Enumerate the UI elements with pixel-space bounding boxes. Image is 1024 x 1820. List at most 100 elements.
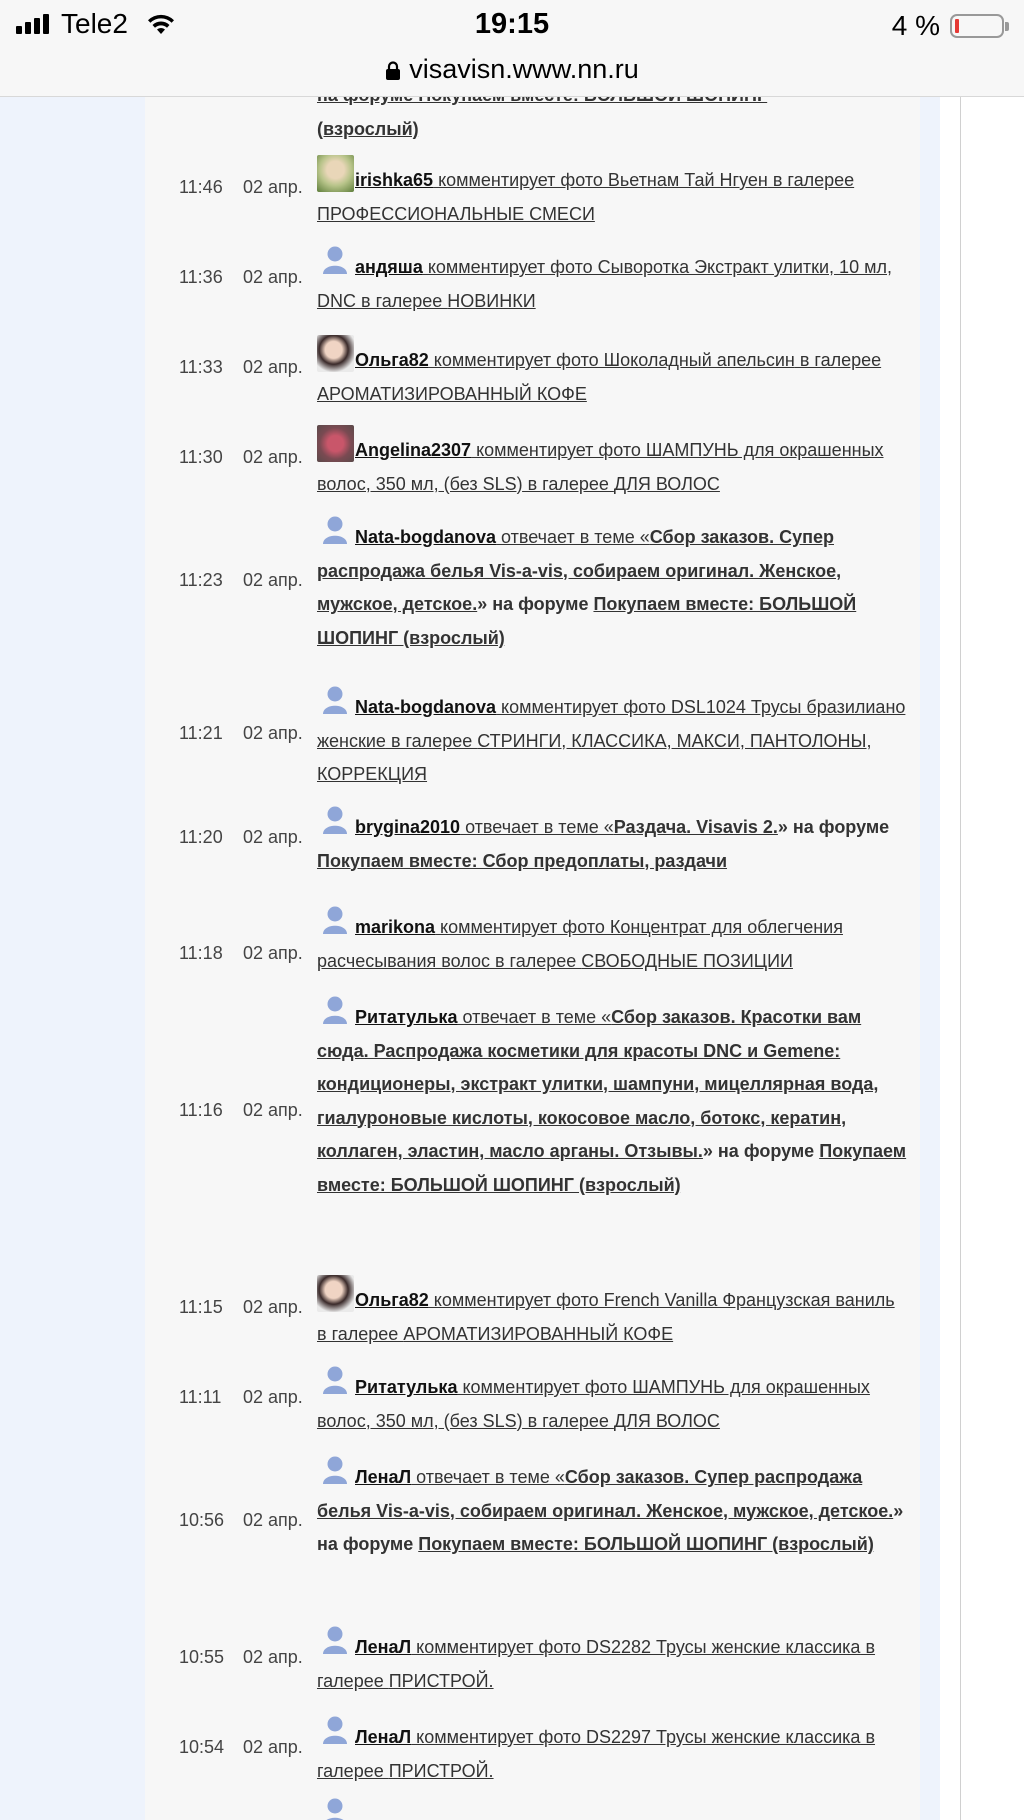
user-avatar[interactable] [317, 155, 354, 192]
topic-link[interactable]: Сбор заказов. Красотки вам сюда. Распрод… [317, 1007, 878, 1161]
user-link[interactable]: Ритатулька [355, 1377, 457, 1397]
action-link[interactable]: отвечает в теме « [460, 817, 614, 837]
item-time: 11:21 [179, 723, 223, 743]
default-user-icon[interactable] [317, 805, 354, 835]
action-link[interactable]: отвечает в теме « [411, 1467, 565, 1487]
item-time: 10:55 [179, 1647, 225, 1667]
user-link[interactable]: Ритатулька [355, 1007, 457, 1027]
item-connector-text: в галерее [767, 170, 855, 190]
forum-link[interactable]: на форуме Покупаем вместе: БОЛЬШОЙ ШОПИН… [317, 97, 767, 105]
item-content: ЛенаЛ отвечает в теме «Сбор заказов. Суп… [317, 1455, 907, 1562]
item-time: 11:33 [179, 357, 223, 377]
action-link[interactable]: отвечает в теме « [496, 527, 650, 547]
gallery-link[interactable]: АРОМАТИЗИРОВАННЫЙ КОФЕ [403, 1324, 673, 1344]
user-link[interactable]: ЛенаЛ [355, 1727, 411, 1747]
item-content: андяша комментирует фото Сыворотка Экстр… [317, 245, 907, 318]
item-time: 11:36 [179, 267, 223, 287]
default-user-icon[interactable] [317, 905, 354, 935]
item-date: 02 апр. [243, 570, 303, 590]
item-connector-text: в галерее [794, 350, 882, 370]
gallery-link[interactable]: ДЛЯ ВОЛОС [614, 1411, 720, 1431]
battery-percent: 4 % [891, 10, 940, 41]
item-date: 02 апр. [243, 1510, 303, 1530]
default-user-icon[interactable] [317, 685, 354, 715]
user-link[interactable]: marikona [355, 917, 435, 937]
lock-icon [386, 61, 401, 80]
forum-link-cont[interactable]: (взрослый) [317, 119, 419, 139]
right-panel [940, 97, 1024, 1820]
forum-link[interactable]: Покупаем вместе: БОЛЬШОЙ ШОПИНГ (взрослы… [418, 1534, 874, 1554]
address-bar[interactable]: visavisn.www.nn.ru [0, 50, 1024, 97]
activity-feed: на форуме Покупаем вместе: БОЛЬШОЙ ШОПИН… [145, 97, 920, 1820]
user-link[interactable]: Angelina2307 [355, 440, 471, 460]
default-user-icon[interactable] [317, 995, 354, 1025]
photo-link[interactable]: комментирует фото French Vanilla Француз… [429, 1290, 895, 1310]
forum-link[interactable]: Покупаем вместе: Сбор предоплаты, раздач… [317, 851, 727, 871]
gallery-link[interactable]: ПРИСТРОЙ. [389, 1761, 494, 1781]
gallery-link[interactable]: СВОБОДНЫЕ ПОЗИЦИИ [581, 951, 793, 971]
user-link[interactable]: ЛенаЛ [355, 1637, 411, 1657]
default-user-icon[interactable] [317, 1625, 354, 1655]
item-content: Angelina2307 комментирует фото ШАМПУНЬ д… [317, 425, 907, 501]
item-content: marikona комментирует фото Концентрат дл… [317, 905, 907, 978]
default-user-icon[interactable] [317, 1715, 354, 1745]
default-user-icon[interactable] [317, 1797, 354, 1820]
item-date: 02 апр. [243, 1297, 303, 1317]
user-avatar[interactable] [317, 335, 354, 372]
item-connector-text: » на форуме [702, 1141, 820, 1161]
default-user-icon[interactable] [317, 515, 354, 545]
item-content: brygina2010 отвечает в теме «Раздача. Vi… [317, 805, 907, 878]
item-date: 02 апр. [243, 267, 303, 287]
photo-link[interactable]: комментирует фото DS2282 Трусы женские к… [411, 1637, 860, 1657]
user-link[interactable]: Nata-bogdanova [355, 697, 496, 717]
user-avatar[interactable] [317, 425, 354, 462]
photo-link[interactable]: комментирует фото DS2297 Трусы женские к… [411, 1727, 860, 1747]
action-link[interactable]: отвечает в теме « [457, 1007, 611, 1027]
user-link[interactable]: ЛенаЛ [355, 1467, 411, 1487]
item-content: Ольга82 комментирует фото French Vanilla… [317, 1275, 907, 1351]
gallery-link[interactable]: НОВИНКИ [447, 291, 535, 311]
battery-icon [950, 14, 1009, 38]
item-connector-text: в галерее [522, 1410, 614, 1431]
user-link[interactable]: андяша [355, 257, 423, 277]
item-date: 02 апр. [243, 177, 303, 197]
battery-level [955, 19, 959, 33]
item-date: 02 апр. [243, 723, 303, 743]
gallery-link[interactable]: ПРИСТРОЙ. [389, 1671, 494, 1691]
status-right: 4 % [891, 10, 1009, 42]
right-margin [920, 97, 940, 1820]
user-link[interactable]: Ольга82 [355, 1290, 429, 1310]
item-content: Ритатулька отвечает в теме «Сбор заказов… [317, 995, 907, 1202]
item-connector-text: » на форуме [477, 594, 594, 614]
item-time: 11:30 [179, 447, 223, 467]
gallery-link[interactable]: АРОМАТИЗИРОВАННЫЙ КОФЕ [317, 384, 587, 404]
user-link[interactable]: Nata-bogdanova [355, 527, 496, 547]
photo-link[interactable]: комментирует фото Шоколадный апельсин [429, 350, 795, 370]
user-link[interactable]: Ольга82 [355, 350, 429, 370]
item-date: 02 апр. [243, 1100, 303, 1120]
status-bar: Tele2 19:15 4 % [0, 0, 1024, 50]
clock: 19:15 [474, 8, 550, 40]
item-time: 11:20 [179, 827, 223, 847]
topic-link[interactable]: Раздача. Visavis 2. [614, 817, 778, 837]
gallery-link[interactable]: ПРОФЕССИОНАЛЬНЫЕ СМЕСИ [317, 204, 595, 224]
item-time: 11:16 [179, 1100, 223, 1120]
default-user-icon[interactable] [317, 1365, 354, 1395]
gallery-link[interactable]: ДЛЯ ВОЛОС [614, 474, 720, 494]
item-content: ЛенаЛ комментирует фото DS2297 Трусы жен… [317, 1715, 907, 1788]
photo-link[interactable]: комментирует фото Вьетнам Тай Нгуен [433, 170, 768, 190]
user-link[interactable]: irishka65 [355, 170, 433, 190]
item-date: 02 апр. [243, 943, 303, 963]
item-time: 11:18 [179, 943, 223, 963]
item-date: 02 апр. [243, 1387, 303, 1407]
item-time: 11:23 [179, 570, 223, 590]
item-time: 11:46 [179, 177, 223, 197]
address-bar-text[interactable]: visavisn.www.nn.ru [0, 54, 1024, 85]
item-date: 02 апр. [243, 1737, 303, 1757]
user-link[interactable]: brygina2010 [355, 817, 460, 837]
item-content: Nata-bogdanova отвечает в теме «Сбор зак… [317, 515, 907, 655]
item-date: 02 апр. [243, 1647, 303, 1667]
user-avatar[interactable] [317, 1275, 354, 1312]
default-user-icon[interactable] [317, 1455, 354, 1485]
default-user-icon[interactable] [317, 245, 354, 275]
